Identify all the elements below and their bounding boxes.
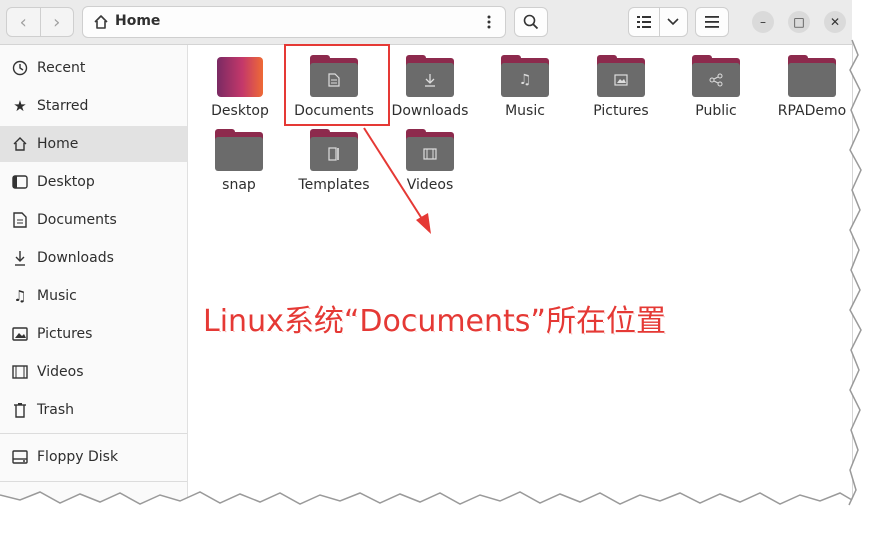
annotation-caption: Linux系统“Documents”所在位置 [203,304,666,339]
annotation-arrow [363,127,431,234]
